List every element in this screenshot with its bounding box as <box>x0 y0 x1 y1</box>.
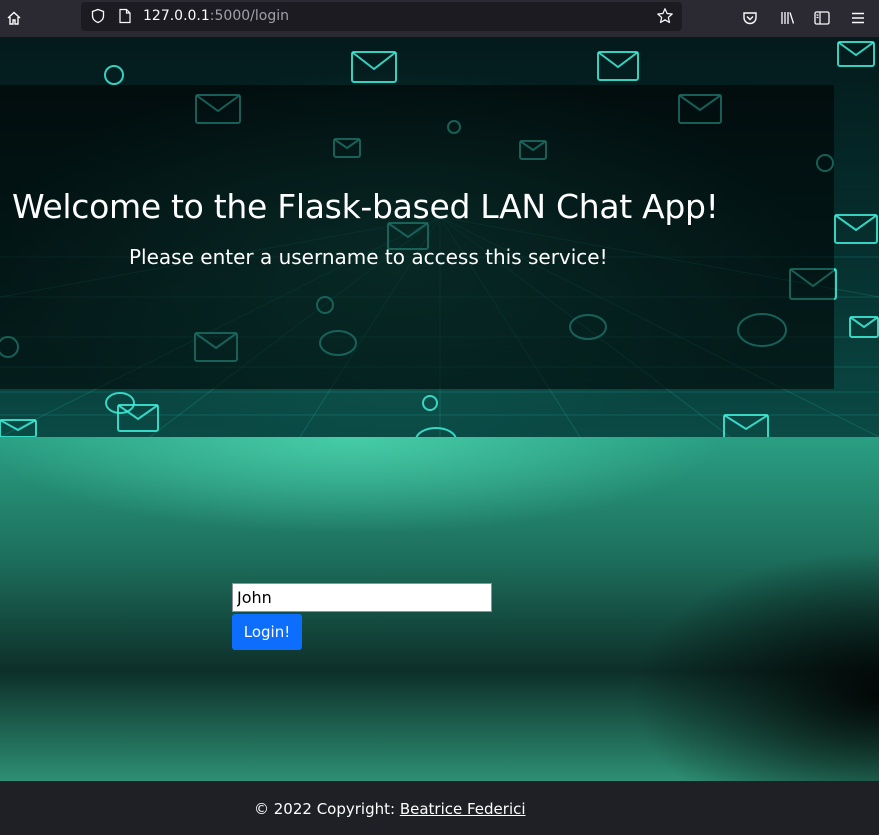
page-title: Welcome to the Flask-based LAN Chat App! <box>12 187 719 226</box>
sidebar-icon[interactable] <box>811 8 833 28</box>
address-bar[interactable]: 127.0.0.1:5000/login <box>81 2 682 31</box>
footer-copyright: © 2022 Copyright: Beatrice Federici <box>254 800 526 818</box>
footer: © 2022 Copyright: Beatrice Federici <box>0 781 879 835</box>
library-icon[interactable] <box>777 8 799 28</box>
bookmark-star-icon[interactable] <box>654 6 676 26</box>
username-input[interactable] <box>232 583 492 612</box>
url-path: :5000/login <box>209 8 289 24</box>
hero-section: Welcome to the Flask-based LAN Chat App!… <box>0 37 879 437</box>
login-button[interactable]: Login! <box>232 614 302 650</box>
author-link[interactable]: Beatrice Federici <box>400 800 526 818</box>
page-icon <box>114 6 136 26</box>
main-section: Login! <box>0 437 879 781</box>
shield-icon[interactable] <box>87 6 109 26</box>
browser-toolbar: 127.0.0.1:5000/login <box>0 0 879 37</box>
pocket-icon[interactable] <box>739 8 761 28</box>
login-form: Login! <box>232 583 492 650</box>
page-subtitle: Please enter a username to access this s… <box>129 245 608 269</box>
home-icon[interactable] <box>3 8 25 28</box>
copyright-text: © 2022 Copyright: <box>254 800 400 818</box>
url-host: 127.0.0.1 <box>143 8 210 24</box>
hero-overlay <box>0 85 834 389</box>
menu-icon[interactable] <box>847 8 869 28</box>
url-text[interactable]: 127.0.0.1:5000/login <box>143 8 289 24</box>
